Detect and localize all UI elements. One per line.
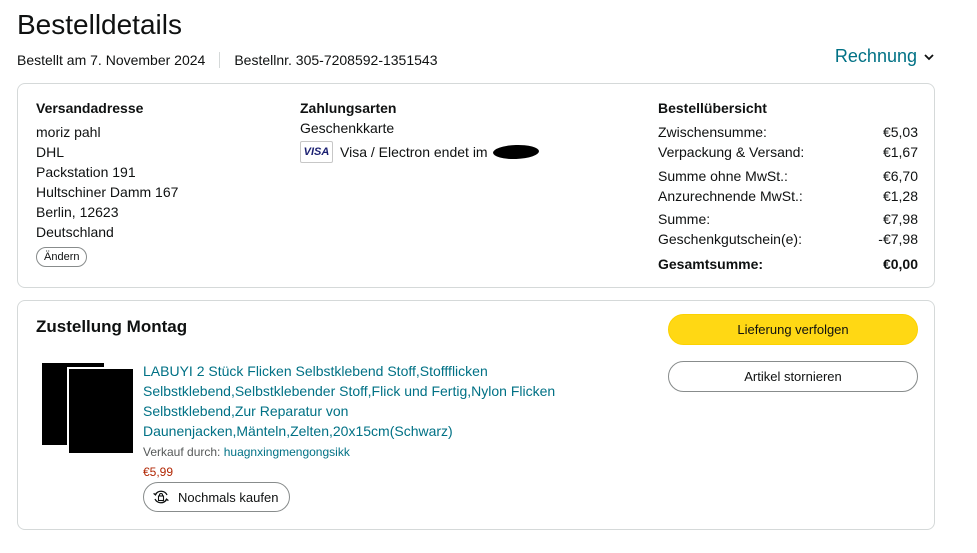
address-line: Deutschland	[36, 224, 114, 240]
summary-total-value: €0,00	[882, 256, 918, 272]
order-meta: Bestellt am 7. November 2024 Bestellnr. …	[17, 52, 438, 68]
summary-label: Summe:	[658, 211, 711, 227]
address-line: Hultschiner Damm 167	[36, 184, 179, 200]
product-image[interactable]	[67, 367, 135, 455]
summary-value: -€7,98	[878, 231, 918, 247]
buy-again-button[interactable]: Nochmals kaufen	[143, 482, 291, 512]
summary-label: Summe ohne MwSt.:	[658, 168, 788, 184]
order-info-card: Versandadresse moriz pahl DHL Packstatio…	[17, 83, 935, 288]
order-number: Bestellnr. 305-7208592-1351543	[234, 52, 438, 68]
summary-label: Verpackung & Versand:	[658, 144, 805, 160]
sold-by-label: Verkauf durch:	[143, 445, 221, 459]
summary-row: Zwischensumme: €5,03	[658, 124, 918, 140]
summary-value: €5,03	[882, 124, 918, 140]
summary-row: Verpackung & Versand: €1,67	[658, 144, 918, 160]
summary-total-row: Gesamtsumme: €0,00	[658, 256, 918, 272]
chevron-down-icon	[924, 53, 934, 60]
payment-method-giftcard: Geschenkkarte	[300, 120, 395, 136]
summary-row: Summe ohne MwSt.: €6,70	[658, 168, 918, 184]
track-delivery-button[interactable]: Lieferung verfolgen	[668, 314, 918, 345]
summary-row: Anzurechnende MwSt.: €1,28	[658, 188, 918, 204]
page-title: Bestelldetails	[17, 9, 182, 40]
summary-label: Zwischensumme:	[658, 124, 767, 140]
seller-info: Verkauf durch: huagnxingmengongsikk	[143, 445, 350, 459]
change-address-button[interactable]: Ändern	[36, 247, 88, 267]
visa-card-icon: VISA	[300, 141, 333, 163]
summary-value: €1,28	[882, 188, 918, 204]
address-line: Packstation 191	[36, 164, 136, 180]
invoice-label: Rechnung	[834, 46, 917, 66]
address-line: moriz pahl	[36, 124, 101, 140]
summary-value: €7,98	[882, 211, 918, 227]
address-line: Berlin, 12623	[36, 204, 119, 220]
cancel-item-button[interactable]: Artikel stornieren	[668, 361, 918, 392]
summary-label: Geschenkgutschein(e):	[658, 231, 802, 247]
summary-value: €1,67	[882, 144, 918, 160]
summary-row: Summe: €7,98	[658, 211, 918, 227]
payment-card-text: Visa / Electron endet im	[340, 144, 488, 160]
summary-total-label: Gesamtsumme:	[658, 256, 764, 272]
delivery-card: Zustellung Montag Lieferung verfolgen Ar…	[17, 300, 935, 530]
meta-divider	[219, 52, 221, 68]
rebuy-icon	[153, 490, 169, 504]
buy-again-label: Nochmals kaufen	[178, 489, 279, 505]
summary-heading: Bestellübersicht	[658, 100, 767, 116]
redacted-card-digits	[492, 144, 540, 160]
shipping-heading: Versandadresse	[36, 100, 144, 116]
product-price: €5,99	[143, 465, 174, 479]
delivery-title: Zustellung Montag	[36, 317, 188, 336]
summary-label: Anzurechnende MwSt.:	[658, 188, 803, 204]
invoice-dropdown[interactable]: Rechnung	[835, 46, 935, 67]
summary-value: €6,70	[882, 168, 918, 184]
address-line: DHL	[36, 144, 65, 160]
order-date: Bestellt am 7. November 2024	[17, 52, 206, 68]
product-title-link[interactable]: LABUYI 2 Stück Flicken Selbstklebend Sto…	[143, 361, 583, 441]
payment-heading: Zahlungsarten	[300, 100, 397, 116]
seller-link[interactable]: huagnxingmengongsikk	[224, 445, 350, 459]
summary-row: Geschenkgutschein(e): -€7,98	[658, 231, 918, 247]
